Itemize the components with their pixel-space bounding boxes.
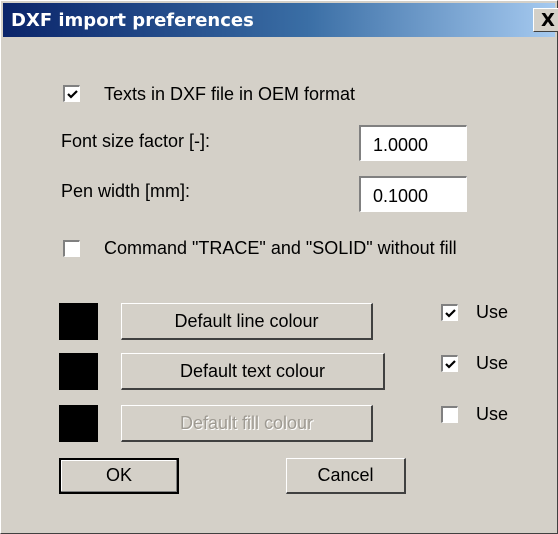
trace-solid-label: Command "TRACE" and "SOLID" without fill — [104, 238, 457, 258]
pen-width-label: Pen width [mm]: — [61, 181, 191, 201]
dialog-title: DXF import preferences — [11, 10, 254, 31]
use-line-colour-checkbox[interactable] — [441, 304, 458, 321]
checkmark-icon — [67, 90, 78, 99]
text-colour-swatch — [59, 353, 98, 390]
pen-width-input[interactable]: 0.1000 — [359, 176, 467, 212]
trace-solid-checkbox[interactable] — [63, 240, 80, 257]
use-text-colour-checkbox[interactable] — [441, 355, 458, 372]
cancel-button[interactable]: Cancel — [286, 458, 406, 494]
dxf-import-dialog: DXF import preferences X Texts in DXF fi… — [0, 0, 558, 534]
fill-colour-swatch — [59, 405, 98, 442]
use-text-colour-label: Use — [476, 353, 509, 373]
default-fill-colour-button[interactable]: Default fill colour — [121, 405, 373, 442]
use-line-colour-label: Use — [476, 302, 509, 322]
line-colour-swatch — [59, 303, 98, 340]
oem-texts-checkbox[interactable] — [63, 85, 80, 102]
title-bar[interactable]: DXF import preferences X — [3, 3, 558, 37]
default-line-colour-button[interactable]: Default line colour — [121, 303, 373, 340]
oem-texts-label: Texts in DXF file in OEM format — [104, 84, 356, 104]
default-text-colour-button[interactable]: Default text colour — [121, 353, 385, 390]
ok-button[interactable]: OK — [59, 458, 179, 494]
font-size-factor-input[interactable]: 1.0000 — [359, 125, 467, 161]
close-button[interactable]: X — [533, 8, 558, 32]
checkmark-icon — [445, 360, 456, 369]
close-icon: X — [541, 10, 555, 31]
font-size-factor-label: Font size factor [-]: — [61, 131, 211, 151]
use-fill-colour-checkbox[interactable] — [441, 406, 458, 423]
checkmark-icon — [445, 309, 456, 318]
use-fill-colour-label: Use — [476, 404, 509, 424]
